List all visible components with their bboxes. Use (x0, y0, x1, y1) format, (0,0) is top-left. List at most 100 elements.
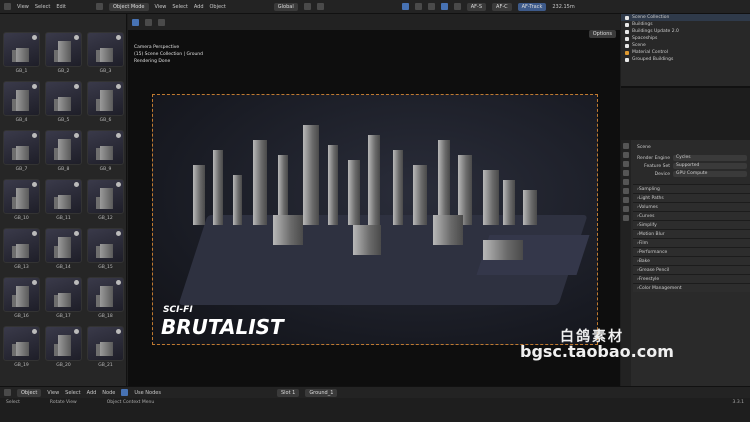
use-nodes-label: Use Nodes (134, 389, 161, 396)
asset-thumbnail[interactable]: GB_18 (87, 277, 124, 321)
vp-menu-object[interactable]: Object (210, 4, 226, 10)
asset-thumbnail[interactable]: GB_11 (45, 179, 82, 223)
snap-icon[interactable] (303, 3, 311, 10)
watermark-url: bgsc.taobao.com (520, 342, 674, 361)
device-dropdown[interactable]: GPU Compute (673, 171, 747, 177)
use-nodes-checkbox[interactable] (121, 389, 129, 396)
asset-thumbnail[interactable]: GB_16 (3, 277, 40, 321)
overlay-icon[interactable] (401, 3, 409, 10)
asset-thumbnail[interactable]: GB_19 (3, 326, 40, 370)
menu-edit[interactable]: Edit (56, 4, 66, 10)
panel-header[interactable]: › Performance (633, 247, 750, 256)
asset-thumbnail[interactable]: GB_20 (45, 326, 82, 370)
outliner-row[interactable]: Scene Collection (621, 14, 750, 21)
asset-preview (45, 228, 82, 263)
outliner-row[interactable]: Buildings Update 2.0 (621, 28, 750, 35)
building-shape (503, 180, 515, 225)
asset-thumbnail[interactable]: GB_8 (45, 130, 82, 174)
view-layer-tab-icon[interactable] (623, 170, 629, 176)
vp-menu-select[interactable]: Select (172, 4, 187, 10)
panel-header[interactable]: › Color Management (633, 283, 750, 292)
node-mode-dropdown[interactable]: Object (17, 388, 42, 397)
tool-tab-icon[interactable] (623, 143, 629, 149)
asset-thumbnail[interactable]: GB_14 (45, 228, 82, 272)
panel-header[interactable]: › Bake (633, 256, 750, 265)
building-shape (100, 90, 113, 111)
node-menu-view[interactable]: View (47, 390, 59, 396)
panel-header[interactable]: › Light Paths (633, 193, 750, 202)
asset-preview (45, 179, 82, 214)
menu-view[interactable]: View (17, 4, 29, 10)
panel-header[interactable]: › Freestyle (633, 274, 750, 283)
select-mode-icon-2[interactable] (158, 18, 165, 26)
material-tab-icon[interactable] (623, 215, 629, 221)
outliner-row[interactable]: Spaceships (621, 35, 750, 42)
scene-tab-icon[interactable] (623, 179, 629, 185)
panel-label: Light Paths (638, 195, 664, 201)
options-dropdown[interactable]: Options (588, 30, 616, 38)
slot-dropdown[interactable]: Slot 1 (276, 388, 300, 397)
asset-thumbnail[interactable]: GB_12 (87, 179, 124, 223)
af-c-button[interactable]: AF-C (492, 2, 512, 11)
asset-thumbnail[interactable]: GB_4 (3, 81, 40, 125)
building-shape (253, 140, 267, 225)
panel-label: Motion Blur (638, 231, 665, 237)
render-engine-dropdown[interactable]: Cycles (673, 155, 747, 161)
proportional-edit-icon[interactable] (316, 3, 324, 10)
panel-header[interactable]: › Volumes (633, 202, 750, 211)
asset-thumbnail[interactable]: GB_7 (3, 130, 40, 174)
output-tab-icon[interactable] (623, 161, 629, 167)
asset-thumbnail[interactable]: GB_1 (3, 32, 40, 76)
menu-select[interactable]: Select (35, 4, 50, 10)
shading-solid-icon[interactable] (427, 3, 435, 10)
panel-header[interactable]: › Simplify (633, 220, 750, 229)
shading-rendered-icon[interactable] (440, 3, 448, 10)
outliner-row[interactable]: Buildings (621, 21, 750, 28)
outliner-row[interactable]: Grouped Buildings (621, 56, 750, 63)
asset-thumbnail[interactable]: GB_2 (45, 32, 82, 76)
3d-viewport[interactable]: Options Camera Perspective (15) Scene Co… (128, 14, 620, 386)
asset-thumbnail[interactable]: GB_10 (3, 179, 40, 223)
asset-thumbnail[interactable]: GB_15 (87, 228, 124, 272)
af-s-button[interactable]: AF-S (466, 2, 487, 11)
outliner-row[interactable]: Material Control (621, 49, 750, 56)
vp-menu-add[interactable]: Add (194, 4, 204, 10)
asset-label: GB_9 (99, 167, 112, 172)
node-menu-node[interactable]: Node (102, 390, 115, 396)
viewport-editor-icon[interactable] (96, 3, 103, 10)
object-tab-icon[interactable] (623, 197, 629, 203)
asset-thumbnail[interactable]: GB_13 (3, 228, 40, 272)
mode-dropdown[interactable]: Object Mode (109, 2, 149, 11)
panel-header[interactable]: › Sampling (633, 184, 750, 193)
af-track-button[interactable]: AF-Track (517, 2, 547, 11)
asset-thumbnail[interactable]: GB_6 (87, 81, 124, 125)
panel-header[interactable]: › Curves (633, 211, 750, 220)
material-dropdown[interactable]: Ground_1 (305, 388, 338, 397)
node-editor-icon[interactable] (4, 389, 11, 396)
asset-thumbnail[interactable]: GB_21 (87, 326, 124, 370)
outliner-label: Material Control (632, 50, 668, 55)
asset-label: GB_11 (56, 216, 71, 221)
asset-thumbnail[interactable]: GB_3 (87, 32, 124, 76)
asset-thumbnail[interactable]: GB_17 (45, 277, 82, 321)
world-tab-icon[interactable] (623, 188, 629, 194)
asset-thumbnail[interactable]: GB_9 (87, 130, 124, 174)
select-box-icon[interactable] (132, 18, 139, 26)
editor-type-icon[interactable] (4, 3, 11, 10)
node-menu-add[interactable]: Add (87, 390, 97, 396)
outliner-row[interactable]: Scene (621, 42, 750, 49)
camera-icon[interactable] (453, 3, 461, 10)
select-mode-icon[interactable] (145, 18, 152, 26)
asset-preview (45, 81, 82, 116)
modifier-tab-icon[interactable] (623, 206, 629, 212)
feature-set-dropdown[interactable]: Supported (673, 163, 747, 169)
asset-thumbnail[interactable]: GB_5 (45, 81, 82, 125)
panel-header[interactable]: › Film (633, 238, 750, 247)
panel-header[interactable]: › Grease Pencil (633, 265, 750, 274)
xray-icon[interactable] (414, 3, 422, 10)
orientation-dropdown[interactable]: Global (273, 2, 298, 11)
panel-header[interactable]: › Motion Blur (633, 229, 750, 238)
node-menu-select[interactable]: Select (65, 390, 80, 396)
render-tab-icon[interactable] (623, 152, 629, 158)
vp-menu-view[interactable]: View (155, 4, 167, 10)
